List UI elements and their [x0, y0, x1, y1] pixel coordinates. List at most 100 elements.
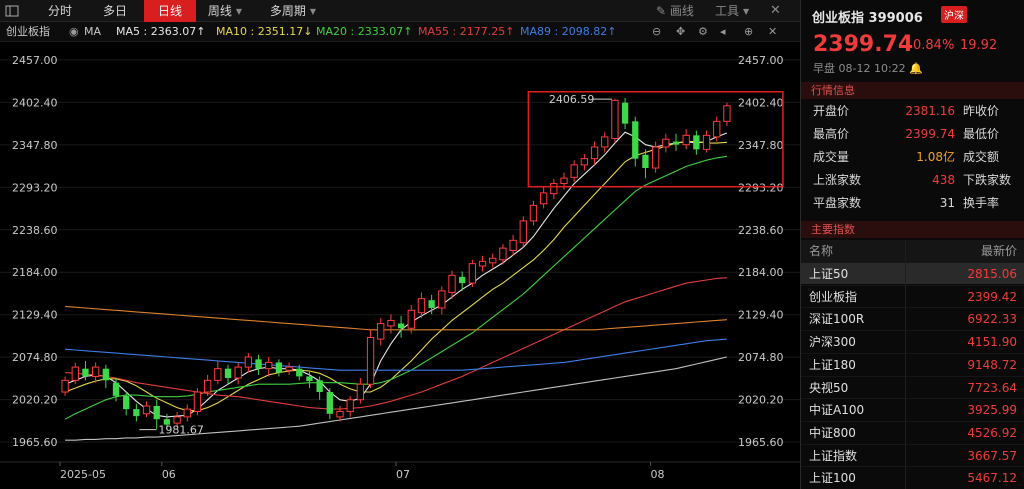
- candlestick-chart[interactable]: 2457.00 2457.00 2402.40 2402.40 2347.80 2347.…: [0, 42, 800, 489]
- annotation-label: 2406.59: [549, 93, 595, 106]
- candle-body: [621, 102, 629, 124]
- index-name: 上证180: [809, 357, 856, 372]
- candle-body: [438, 290, 446, 309]
- tab-intraday[interactable]: 分时: [38, 0, 82, 22]
- index-list-item[interactable]: 央视50 7723.64: [801, 375, 1024, 398]
- info-value: 2399.74: [905, 127, 955, 141]
- eye-icon[interactable]: ◉: [69, 22, 79, 42]
- y-tick-label-right: 2184.00: [738, 266, 784, 279]
- index-list-item[interactable]: 中证800 4526.92: [801, 420, 1024, 443]
- candle-body: [702, 134, 711, 150]
- info-label-secondary: 昨收价: [963, 104, 1000, 118]
- index-name: 中证A100: [809, 403, 865, 418]
- sidebar-toggle-icon[interactable]: [5, 4, 19, 18]
- candle-body: [285, 366, 293, 371]
- left-circle-icon[interactable]: ◂: [720, 22, 726, 42]
- x-tick-label: 06: [162, 468, 176, 481]
- draw-line-button[interactable]: ✎ 画线: [656, 0, 694, 22]
- candle-body: [224, 368, 232, 378]
- index-list-item[interactable]: 创业板指 2399.42: [801, 284, 1024, 307]
- index-list-item[interactable]: 沪深300 4151.90: [801, 330, 1024, 352]
- candle-body: [468, 263, 477, 284]
- y-tick-label-right: 2293.20: [738, 181, 784, 194]
- candle-body: [102, 368, 109, 381]
- session-status: 早盘 08-12 10:22 🔔: [813, 62, 923, 75]
- y-tick-label-right: 2020.20: [738, 394, 784, 407]
- plus-circle-icon[interactable]: ⊕: [744, 22, 753, 42]
- y-tick-label-right: 2129.40: [738, 309, 784, 322]
- ma-label[interactable]: MA: [84, 22, 101, 42]
- move-icon[interactable]: ✥: [676, 22, 685, 42]
- tools-button[interactable]: 工具 ▼: [715, 0, 749, 22]
- chevron-down-icon: ▼: [309, 6, 317, 16]
- candle-body: [651, 146, 660, 169]
- y-tick-label-left: 2293.20: [12, 181, 58, 194]
- index-list-item[interactable]: 上证180 9148.72: [801, 352, 1024, 375]
- y-tick-label-left: 1965.60: [12, 436, 58, 449]
- gear-icon[interactable]: ⚙: [698, 22, 708, 42]
- index-list-item[interactable]: 上证100 5467.12: [801, 466, 1024, 488]
- index-name: 上证指数: [809, 448, 858, 463]
- y-tick-label-left: 2402.40: [12, 96, 58, 109]
- candle-body: [570, 164, 578, 178]
- candle-body: [193, 391, 202, 412]
- tab-daily[interactable]: 日线: [144, 0, 196, 22]
- close-icon[interactable]: ✕: [770, 0, 781, 22]
- index-price: 3925.99: [967, 403, 1017, 418]
- col-name-header[interactable]: 名称: [809, 240, 833, 262]
- y-tick-label-left: 2184.00: [12, 266, 58, 279]
- candle-body: [112, 382, 120, 396]
- change-percent: 0.84%: [913, 38, 955, 53]
- info-label-secondary: 成交额: [963, 150, 1000, 164]
- x-tick-label: 2025-05: [60, 468, 106, 481]
- candle-body: [693, 135, 700, 150]
- candle-body: [529, 204, 538, 222]
- index-price: 5467.12: [967, 471, 1017, 486]
- candle-body: [275, 362, 283, 373]
- index-list-item[interactable]: 上证指数 3667.57: [801, 443, 1024, 466]
- candle-body: [519, 220, 527, 244]
- y-tick-label-left: 2347.80: [12, 139, 58, 152]
- candle-body: [244, 356, 253, 368]
- indices-table-header: 名称 最新价: [801, 240, 1024, 262]
- candle-body: [417, 298, 426, 314]
- candle-body: [255, 359, 262, 369]
- index-title: 创业板指 399006: [812, 11, 923, 26]
- candle-body: [682, 134, 690, 146]
- y-tick-label-right: 2347.80: [738, 139, 784, 152]
- candle-body: [397, 323, 405, 329]
- candle-body: [366, 337, 375, 385]
- index-name: 沪深300: [809, 335, 856, 350]
- candle-body: [632, 121, 639, 159]
- info-label: 最高价: [813, 127, 850, 141]
- info-label: 开盘价: [813, 104, 850, 118]
- info-value: 438: [932, 173, 955, 187]
- candle-body: [82, 368, 89, 377]
- index-name: 上证100: [809, 471, 856, 486]
- info-label-secondary: 换手率: [963, 196, 1000, 210]
- index-list-item[interactable]: 深证100R 6922.33: [801, 307, 1024, 329]
- chart-toolbar: 分时 多日 日线 周线 ▼ 多周期 ▼ ✎ 画线 工具 ▼ ✕: [0, 0, 800, 22]
- index-list-item[interactable]: 上证50 2815.06: [801, 262, 1024, 284]
- section-header-main-indices: 主要指数: [801, 221, 1024, 238]
- index-name-label: 创业板指: [6, 25, 50, 38]
- tab-weekly[interactable]: 周线 ▼: [198, 0, 252, 22]
- index-list-item[interactable]: 中证A100 3925.99: [801, 398, 1024, 420]
- candle-body: [539, 192, 548, 205]
- candle-body: [183, 408, 191, 418]
- tab-multi-period[interactable]: 多周期 ▼: [258, 0, 328, 22]
- index-price: 2399.42: [967, 289, 1017, 304]
- info-label: 上涨家数: [813, 173, 862, 187]
- bell-icon[interactable]: 🔔: [909, 62, 923, 75]
- y-tick-label-right: 2402.40: [738, 96, 784, 109]
- tab-multi-day[interactable]: 多日: [90, 0, 140, 22]
- y-tick-label-left: 2457.00: [12, 54, 58, 67]
- candle-body: [672, 141, 680, 145]
- candle-body: [448, 274, 456, 293]
- close-icon[interactable]: ✕: [768, 22, 777, 42]
- ma89-value: MA89 : 2098.82↑: [520, 25, 617, 38]
- y-tick-label-left: 2238.60: [12, 224, 58, 237]
- candle-body: [713, 120, 721, 138]
- minus-circle-icon[interactable]: ⊖: [652, 22, 661, 42]
- col-price-header[interactable]: 最新价: [981, 240, 1017, 262]
